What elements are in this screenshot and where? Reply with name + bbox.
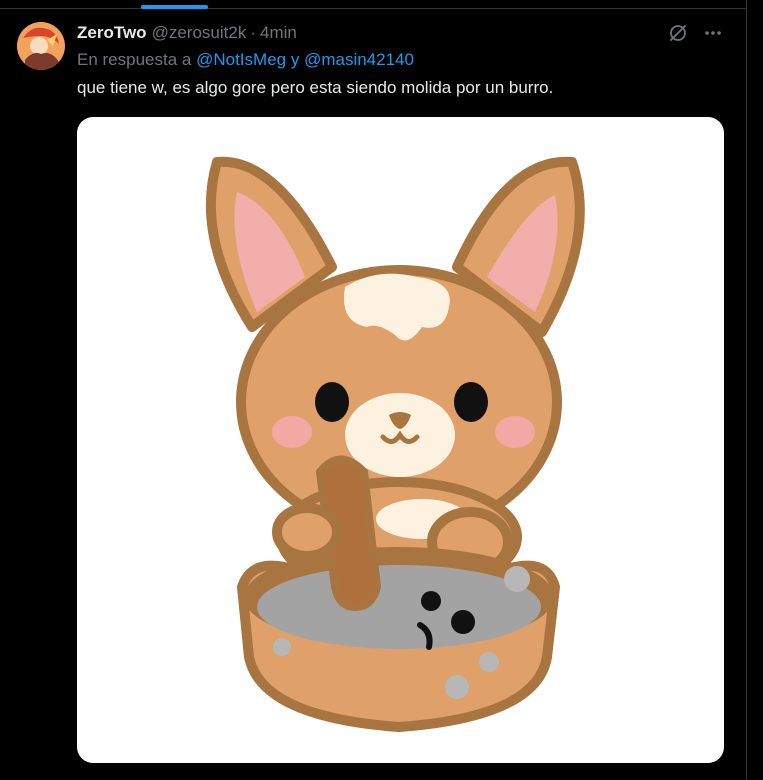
separator: ·: [250, 23, 256, 42]
user-handle[interactable]: @zerosuit2k: [152, 23, 247, 43]
reply-joiner: y: [290, 50, 300, 69]
tweet-text: que tiene w, es algo gore pero esta sien…: [77, 78, 554, 97]
scrollbar[interactable]: [752, 0, 760, 780]
mention-link[interactable]: @masin42140: [304, 50, 414, 69]
avatar[interactable]: [17, 22, 65, 70]
tweet-image[interactable]: [77, 117, 724, 763]
divider: [0, 8, 746, 9]
mention-link[interactable]: @NotIsMeg: [196, 50, 286, 69]
timestamp[interactable]: 4min: [260, 23, 297, 43]
avatar-image: [17, 22, 65, 70]
tweet-column: ZeroTwo @zerosuit2k · 4min En respuesta …: [0, 0, 746, 780]
grok-button[interactable]: [667, 22, 689, 44]
column-border: [746, 0, 747, 780]
active-tab-indicator: [141, 5, 208, 9]
display-name[interactable]: ZeroTwo: [77, 23, 147, 43]
tweet-header: ZeroTwo @zerosuit2k · 4min: [77, 22, 297, 44]
bunny-illustration: [205, 156, 585, 732]
more-button[interactable]: [702, 22, 724, 44]
more-icon: [705, 31, 721, 35]
grok-icon: [670, 25, 686, 41]
reply-context: En respuesta a @NotIsMeg y @masin42140: [77, 50, 414, 70]
reply-prefix: En respuesta a: [77, 50, 192, 69]
